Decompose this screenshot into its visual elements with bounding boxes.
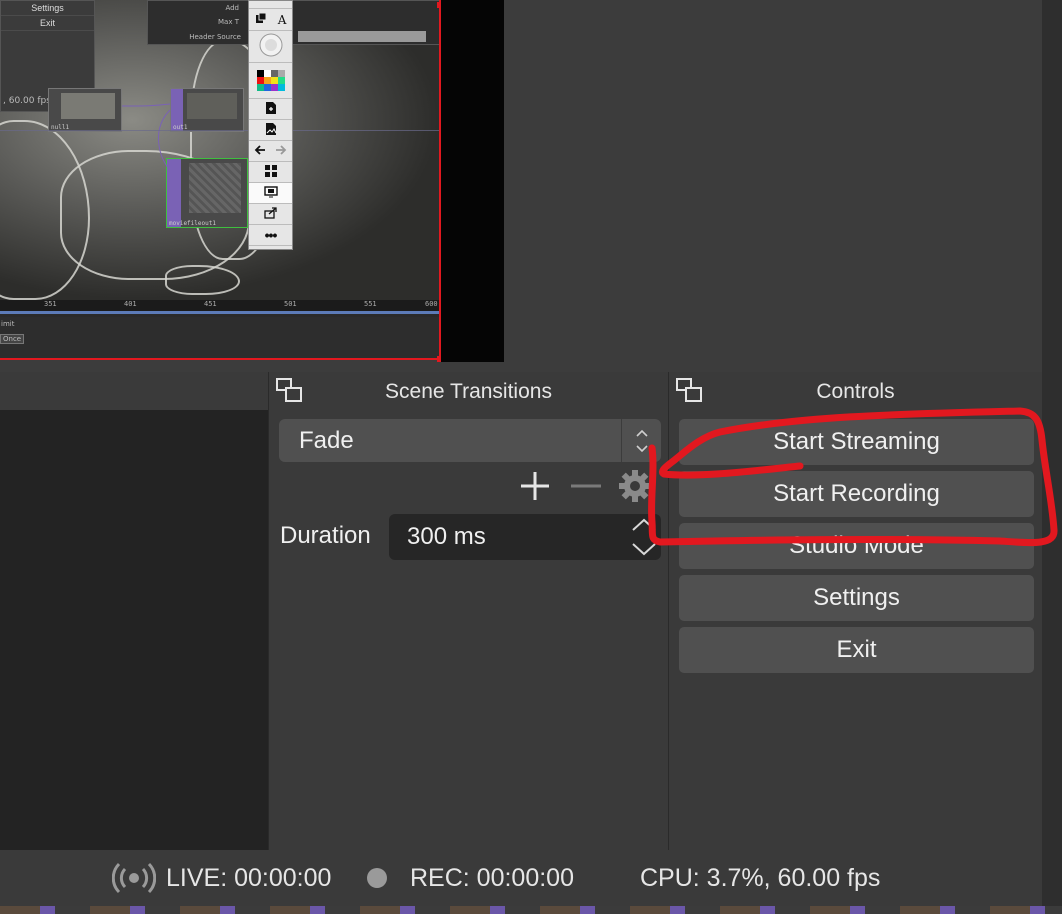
chevron-updown-icon[interactable] xyxy=(621,419,661,462)
canvas-header-panel: Add Max T Header Source xyxy=(147,0,440,45)
start-streaming-button[interactable]: Start Streaming xyxy=(679,419,1034,465)
status-bar: LIVE: 00:00:00 REC: 00:00:00 CPU: 3.7%, … xyxy=(0,850,1042,906)
text-style-icon[interactable]: A xyxy=(278,13,287,27)
canvas-once-button[interactable]: Once xyxy=(0,334,25,344)
remove-transition-icon[interactable] xyxy=(567,468,603,504)
scene-transitions-title: Scene Transitions xyxy=(385,380,552,403)
transition-actions xyxy=(517,468,657,508)
desktop-background-strip xyxy=(0,906,1062,914)
image-file-icon[interactable] xyxy=(265,122,277,139)
timeline-tick: 401 xyxy=(124,300,137,308)
preview-selection-edge-bottom xyxy=(0,358,441,360)
timeline-tick: 351 xyxy=(44,300,57,308)
add-transition-icon[interactable] xyxy=(517,468,553,504)
timeline-tick: 600 xyxy=(425,300,438,308)
canvas-fps-text: , 60.00 fps xyxy=(3,96,51,106)
duration-value: 300 ms xyxy=(407,523,486,550)
canvas-timeline: 351 401 451 501 551 600 xyxy=(0,300,440,314)
knob-icon[interactable] xyxy=(258,32,284,61)
live-timer: LIVE: 00:00:00 xyxy=(166,864,332,892)
canvas-limit-label: imit xyxy=(1,320,15,328)
timeline-tick: 451 xyxy=(204,300,217,308)
node-null1[interactable]: null1 xyxy=(48,88,122,132)
start-recording-button[interactable]: Start Recording xyxy=(679,471,1034,517)
duration-label: Duration xyxy=(280,522,371,549)
timeline-tick: 501 xyxy=(284,300,297,308)
canvas-add-label: Add xyxy=(225,4,239,12)
more-icon[interactable]: ••• xyxy=(265,227,278,243)
controls-dock: Controls Start Streaming Start Recording… xyxy=(668,372,1042,850)
back-arrow-icon[interactable] xyxy=(254,144,266,159)
node-wires xyxy=(121,103,171,171)
new-file-icon[interactable] xyxy=(265,101,277,118)
exit-button[interactable]: Exit xyxy=(679,627,1034,673)
preview-canvas: Settings Exit , 60.00 fps Add Max T Head… xyxy=(0,0,440,360)
gear-icon[interactable] xyxy=(617,468,653,504)
forward-arrow-icon[interactable] xyxy=(275,144,287,159)
node-moviefileout1-label: moviefileout1 xyxy=(169,220,216,227)
color-swatches-icon[interactable] xyxy=(256,70,285,91)
rec-timer: REC: 00:00:00 xyxy=(410,864,574,892)
grid-view-icon[interactable] xyxy=(264,164,277,180)
share-icon[interactable] xyxy=(263,206,278,222)
canvas-bottom-panel: imit Once xyxy=(0,317,440,360)
monitor-icon[interactable] xyxy=(263,185,278,201)
canvas-menu-exit[interactable]: Exit xyxy=(1,16,94,31)
settings-button[interactable]: Settings xyxy=(679,575,1034,621)
window-edge xyxy=(1042,0,1062,914)
undock-icon[interactable] xyxy=(675,377,703,403)
duration-input[interactable]: 300 ms xyxy=(389,514,661,560)
canvas-header-source-label: Header Source xyxy=(189,33,241,41)
copy-icon[interactable] xyxy=(255,12,267,27)
broadcast-icon xyxy=(111,862,157,899)
controls-header: Controls xyxy=(669,372,1042,410)
sources-dock xyxy=(0,372,268,850)
timeline-tick: 551 xyxy=(364,300,377,308)
undock-icon[interactable] xyxy=(275,377,303,403)
studio-mode-button[interactable]: Studio Mode xyxy=(679,523,1034,569)
transition-select-value: Fade xyxy=(299,427,354,454)
tool-palette: A ••• xyxy=(248,0,293,250)
node-out1[interactable]: out1 xyxy=(170,88,244,132)
scene-transitions-header: Scene Transitions xyxy=(269,372,668,410)
record-dot-icon xyxy=(367,868,387,888)
controls-title: Controls xyxy=(816,380,895,403)
cpu-usage: CPU: 3.7%, 60.00 fps xyxy=(640,864,881,892)
duration-stepper[interactable] xyxy=(629,514,661,560)
canvas-menu-settings[interactable]: Settings xyxy=(1,1,94,16)
canvas-header-source-field[interactable] xyxy=(298,31,426,42)
scene-transitions-dock: Scene Transitions Fade Duration 300 ms xyxy=(268,372,668,850)
preview-letterbox xyxy=(441,0,504,362)
canvas-max-label: Max T xyxy=(218,18,239,26)
sources-list[interactable] xyxy=(0,410,268,850)
transition-select[interactable]: Fade xyxy=(279,419,661,462)
